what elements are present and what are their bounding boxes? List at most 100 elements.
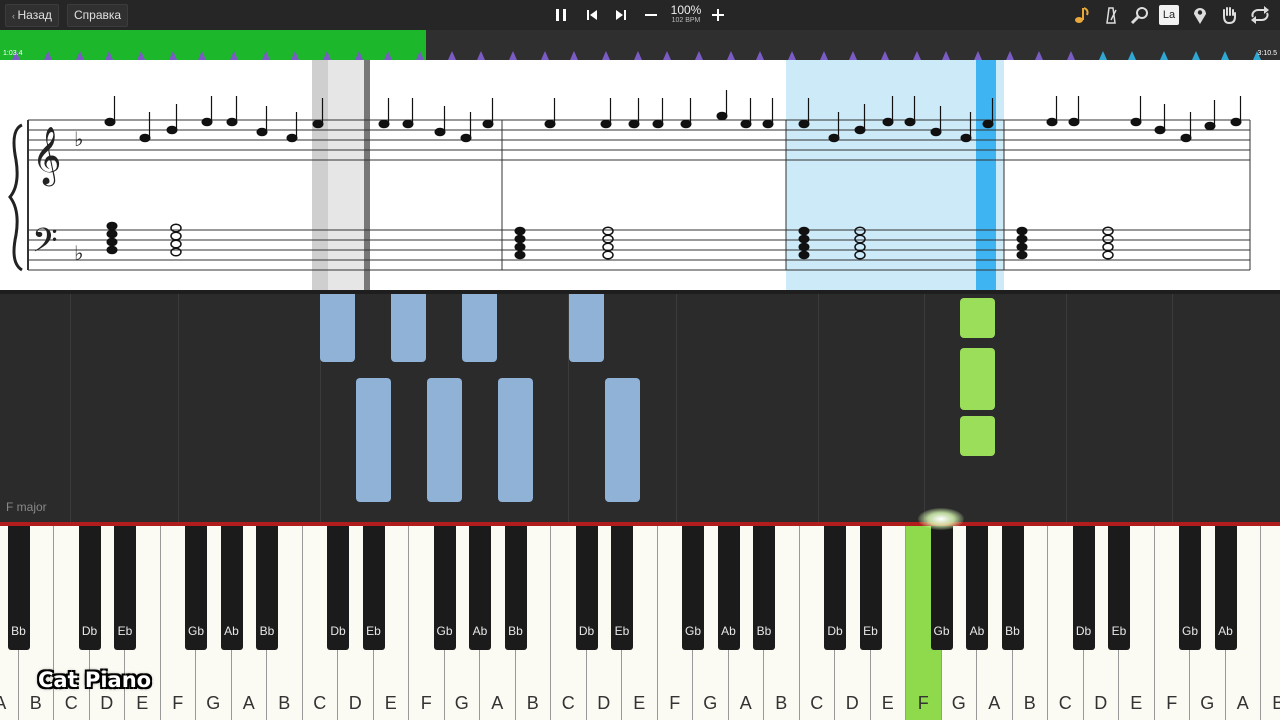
pause-button[interactable]: [551, 5, 571, 25]
zoom-out-button[interactable]: [641, 5, 661, 25]
note-head: [1130, 117, 1142, 127]
skip-forward-icon: [616, 10, 626, 20]
note-head: [1204, 121, 1216, 131]
magnifier-icon: [1130, 7, 1148, 25]
black-key[interactable]: Bb: [256, 526, 278, 650]
note-head: [600, 119, 612, 129]
skip-forward-button[interactable]: [611, 5, 631, 25]
key-label: Eb: [863, 624, 878, 638]
zoom-readout: 100% 102 BPM: [664, 4, 708, 25]
key-label: Ab: [472, 624, 488, 638]
skip-back-button[interactable]: [582, 5, 602, 25]
timeline-marker: [1221, 51, 1229, 60]
black-key[interactable]: Gb: [930, 526, 953, 650]
timeline-marker: [541, 51, 549, 60]
note-head: [854, 125, 866, 135]
black-key[interactable]: Db: [1072, 526, 1095, 650]
timeline-marker: [1099, 51, 1107, 60]
black-key[interactable]: Ab: [966, 526, 988, 650]
black-key[interactable]: Gb: [1179, 526, 1201, 650]
back-button-label: Назад: [17, 8, 52, 22]
key-label: B: [278, 693, 291, 713]
black-key[interactable]: Bb: [7, 526, 30, 650]
black-key[interactable]: Ab: [220, 526, 243, 650]
key-label: A: [739, 693, 752, 713]
timeline-marker: [198, 51, 206, 60]
black-key[interactable]: Db: [575, 526, 598, 650]
chord-note-head: [798, 226, 810, 236]
timeline-marker: [942, 51, 950, 60]
timeline-marker: [416, 51, 424, 60]
hand-button[interactable]: [1219, 5, 1239, 25]
black-key[interactable]: Gb: [185, 526, 207, 650]
timeline-marker: [849, 51, 857, 60]
note-head: [312, 119, 324, 129]
zoom-in-button[interactable]: [708, 5, 728, 25]
black-key[interactable]: Db: [78, 526, 101, 650]
sheet-music[interactable]: 𝄞 𝄢 ♭ ♭: [0, 60, 1280, 290]
timeline-marker: [788, 51, 796, 60]
black-key[interactable]: Ab: [469, 526, 491, 650]
black-key[interactable]: Eb: [114, 526, 136, 650]
timeline-marker: [1035, 51, 1043, 60]
key-label: Ab: [721, 624, 736, 638]
key-label: B: [1272, 693, 1280, 713]
back-button[interactable]: ‹ Назад: [5, 4, 59, 27]
key-label: A: [1236, 693, 1249, 713]
key-label: F: [172, 693, 184, 713]
black-key[interactable]: Db: [824, 526, 846, 650]
skip-back-icon: [587, 10, 597, 20]
key-label: F: [420, 693, 432, 713]
search-button[interactable]: [1130, 5, 1150, 25]
loop-button[interactable]: [1249, 5, 1269, 25]
key-label: Gb: [684, 624, 701, 638]
black-key[interactable]: Bb: [1001, 526, 1024, 650]
chord-note-head: [106, 237, 118, 247]
grid-line: [1172, 294, 1173, 522]
timeline-marker: [230, 51, 238, 60]
note-head: [798, 119, 810, 129]
metronome-button[interactable]: [1101, 5, 1121, 25]
note-settings-button[interactable]: [1072, 5, 1092, 25]
piano-keyboard[interactable]: A B C D E F G A B C D E F G A B C D E F G A B C D E F G A B C D E F G A B Bb D…: [0, 522, 1280, 720]
black-key[interactable]: Bb: [504, 526, 527, 650]
tempo-bpm: 102 BPM: [671, 17, 701, 24]
key-label: G: [206, 693, 221, 713]
help-button[interactable]: Справка: [67, 4, 129, 27]
black-key[interactable]: Gb: [433, 526, 456, 650]
location-button[interactable]: [1190, 5, 1210, 25]
timeline-marker: [913, 51, 921, 60]
key-signature-label: F major: [6, 500, 47, 514]
falling-note: [391, 294, 426, 362]
black-key[interactable]: Gb: [682, 526, 704, 650]
key-label: C: [810, 693, 824, 713]
key-label: C: [64, 693, 78, 713]
note-head: [904, 117, 916, 127]
note-head: [1180, 133, 1192, 143]
black-key[interactable]: Bb: [753, 526, 775, 650]
black-key[interactable]: Db: [327, 526, 349, 650]
key-label: Bb: [756, 624, 772, 638]
white-key[interactable]: B: [1261, 526, 1280, 720]
key-label: Db: [330, 624, 346, 638]
black-key[interactable]: Eb: [859, 526, 882, 650]
black-key[interactable]: Eb: [362, 526, 385, 650]
timeline-marker: [974, 51, 982, 60]
key-label: C: [1058, 693, 1072, 713]
song-timeline[interactable]: 1:03.4 3:10.5: [0, 30, 1280, 60]
note-head: [960, 133, 972, 143]
key-label: Eb: [1111, 624, 1127, 638]
black-key[interactable]: Eb: [1108, 526, 1130, 650]
falling-note: [569, 294, 604, 362]
note-head: [716, 111, 728, 121]
black-key[interactable]: Ab: [717, 526, 740, 650]
key-label: B: [29, 693, 42, 713]
note-head: [104, 117, 116, 127]
black-key[interactable]: Ab: [1214, 526, 1237, 650]
language-button[interactable]: La: [1159, 5, 1179, 25]
key-label: G: [951, 693, 966, 713]
black-key[interactable]: Eb: [611, 526, 633, 650]
note-head: [1068, 117, 1080, 127]
chord-note-head: [1016, 242, 1028, 252]
chord-note-head: [798, 250, 810, 260]
